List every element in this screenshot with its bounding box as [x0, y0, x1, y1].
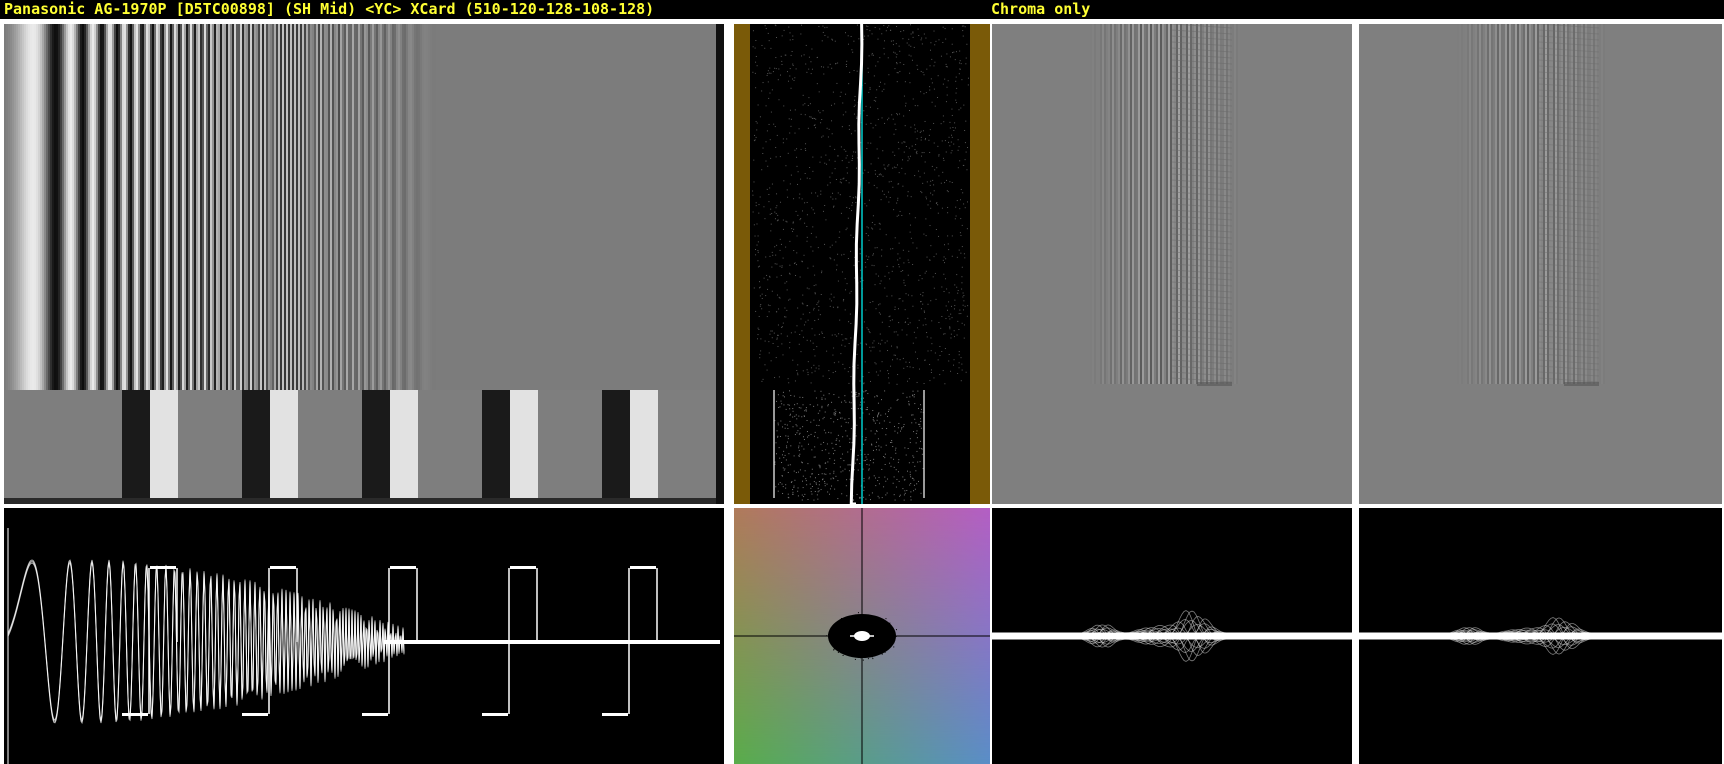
chroma-only-label: Chroma only [991, 0, 1091, 18]
chroma-u-image-panel [992, 24, 1352, 504]
luma-test-pattern [4, 24, 724, 504]
position-histogram [734, 24, 990, 504]
chroma-v-waveform [1359, 508, 1722, 764]
chroma-u-image [992, 24, 1352, 504]
chroma-v-image [1359, 24, 1722, 504]
chroma-v-image-panel [1359, 24, 1722, 504]
title-bar: Panasonic AG-1970P [D5TC00898] (SH Mid) … [0, 0, 1724, 19]
vectorscope [734, 508, 990, 764]
histogram-panel [734, 24, 990, 504]
chroma-u-waveform-panel [992, 508, 1352, 764]
luma-waveform [4, 508, 724, 764]
chroma-u-waveform [992, 508, 1352, 764]
window-title: Panasonic AG-1970P [D5TC00898] (SH Mid) … [4, 0, 655, 18]
vectorscope-panel [734, 508, 990, 764]
luma-waveform-panel [4, 508, 724, 764]
luma-test-pattern-panel [4, 24, 724, 504]
chroma-v-waveform-panel [1359, 508, 1722, 764]
